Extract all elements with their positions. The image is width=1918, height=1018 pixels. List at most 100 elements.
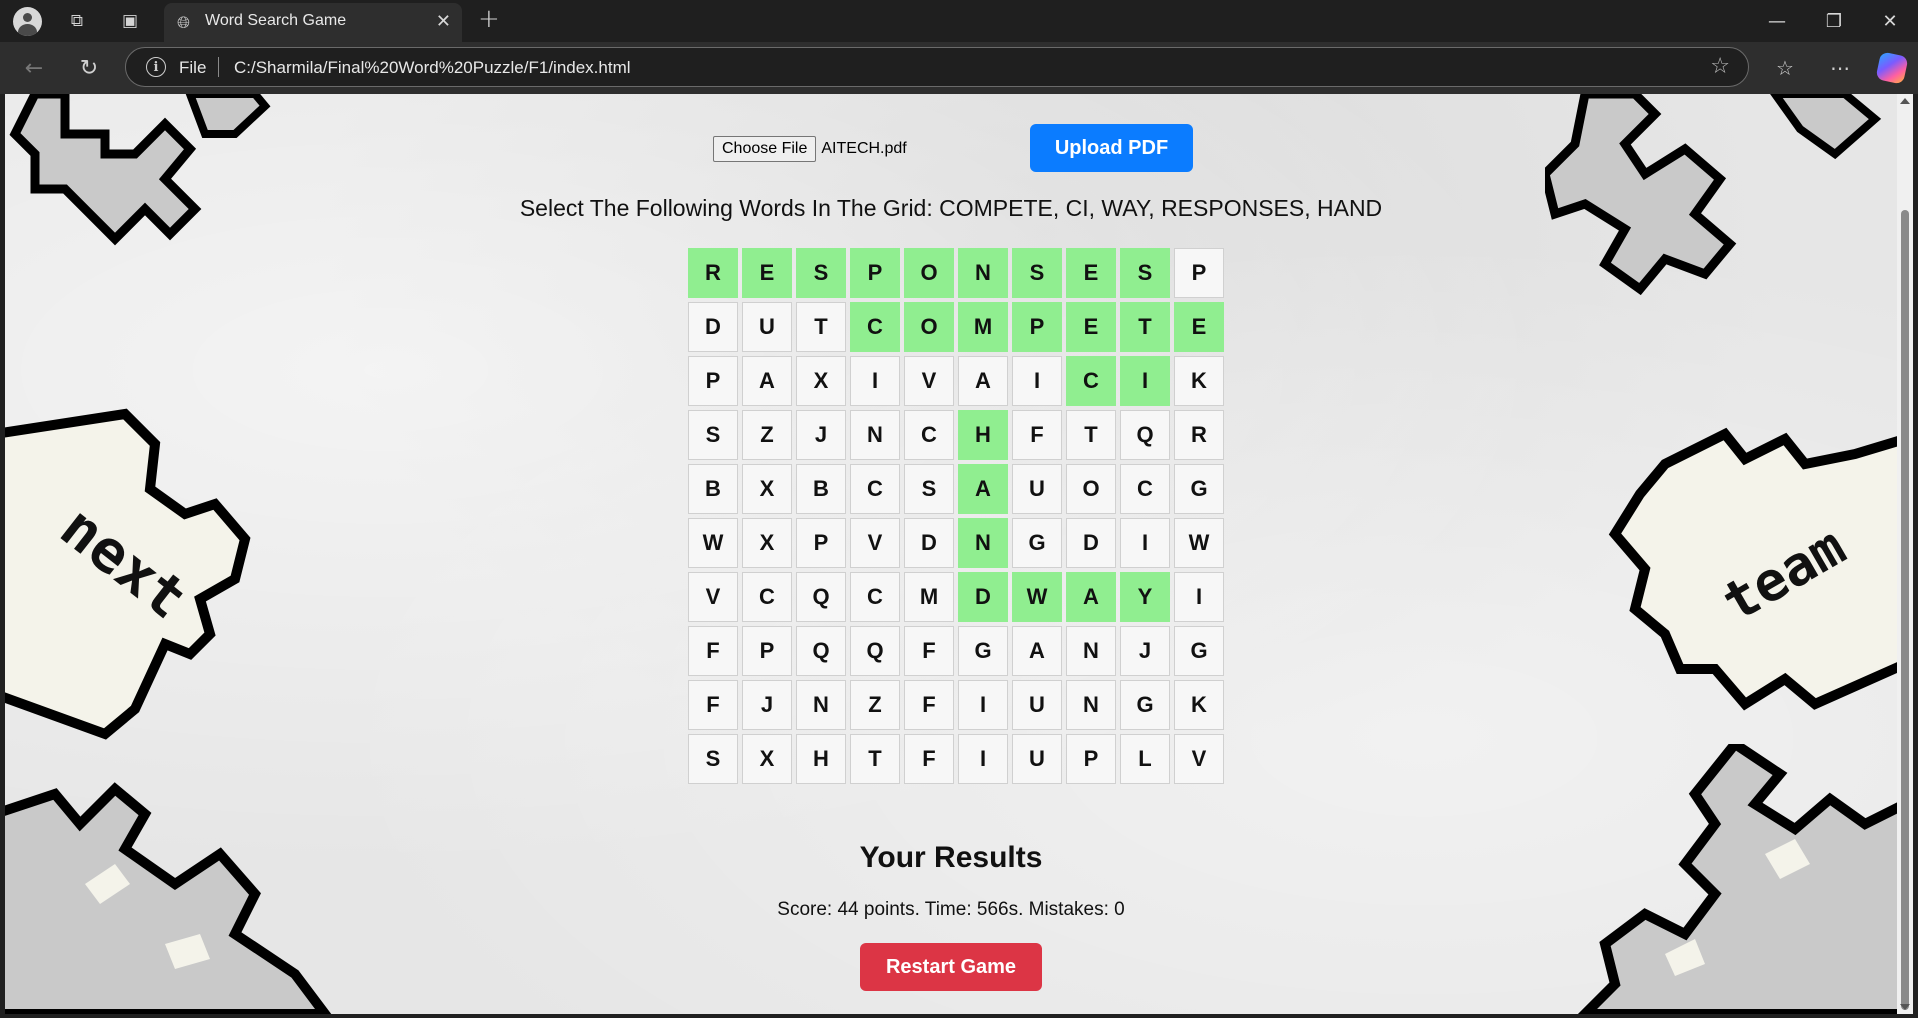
grid-cell[interactable]: A [958, 464, 1008, 514]
grid-cell[interactable]: C [850, 464, 900, 514]
grid-cell[interactable]: D [904, 518, 954, 568]
grid-cell[interactable]: X [742, 464, 792, 514]
grid-cell[interactable]: F [688, 680, 738, 730]
new-tab-icon[interactable]: + [478, 4, 500, 34]
grid-cell[interactable]: B [796, 464, 846, 514]
grid-cell[interactable]: S [1120, 248, 1170, 298]
grid-cell[interactable]: H [958, 410, 1008, 460]
grid-cell[interactable]: V [850, 518, 900, 568]
grid-cell[interactable]: V [904, 356, 954, 406]
grid-cell[interactable]: H [796, 734, 846, 784]
grid-cell[interactable]: G [1174, 626, 1224, 676]
grid-cell[interactable]: J [1120, 626, 1170, 676]
grid-cell[interactable]: E [1174, 302, 1224, 352]
copilot-icon[interactable] [1875, 51, 1909, 85]
grid-cell[interactable]: A [1066, 572, 1116, 622]
grid-cell[interactable]: Q [1120, 410, 1170, 460]
favorite-star-icon[interactable]: ☆ [1710, 54, 1730, 79]
grid-cell[interactable]: I [1120, 518, 1170, 568]
grid-cell[interactable]: Q [796, 572, 846, 622]
grid-cell[interactable]: I [1012, 356, 1062, 406]
grid-cell[interactable]: I [958, 734, 1008, 784]
grid-cell[interactable]: F [904, 626, 954, 676]
more-menu-icon[interactable]: ⋯ [1824, 52, 1856, 84]
grid-cell[interactable]: E [742, 248, 792, 298]
grid-cell[interactable]: M [958, 302, 1008, 352]
back-icon[interactable]: ← [18, 52, 50, 84]
grid-cell[interactable]: C [1120, 464, 1170, 514]
grid-cell[interactable]: U [1012, 734, 1062, 784]
scroll-up-icon[interactable] [1900, 98, 1910, 104]
grid-cell[interactable]: G [1120, 680, 1170, 730]
grid-cell[interactable]: Y [1120, 572, 1170, 622]
grid-cell[interactable]: O [904, 248, 954, 298]
close-tab-icon[interactable]: ✕ [436, 11, 451, 32]
scrollbar-thumb[interactable] [1901, 210, 1909, 1010]
grid-cell[interactable]: K [1174, 356, 1224, 406]
grid-cell[interactable]: K [1174, 680, 1224, 730]
grid-cell[interactable]: Z [742, 410, 792, 460]
grid-cell[interactable]: F [1012, 410, 1062, 460]
grid-cell[interactable]: J [796, 410, 846, 460]
grid-cell[interactable]: A [958, 356, 1008, 406]
grid-cell[interactable]: C [1066, 356, 1116, 406]
active-tab[interactable]: 🌐︎ Word Search Game ✕ [164, 3, 462, 42]
grid-cell[interactable]: N [796, 680, 846, 730]
grid-cell[interactable]: W [688, 518, 738, 568]
minimize-icon[interactable]: — [1749, 6, 1805, 36]
grid-cell[interactable]: G [1012, 518, 1062, 568]
address-bar[interactable]: i File C:/Sharmila/Final%20Word%20Puzzle… [125, 47, 1749, 87]
grid-cell[interactable]: X [742, 734, 792, 784]
grid-cell[interactable]: N [958, 518, 1008, 568]
grid-cell[interactable]: W [1012, 572, 1062, 622]
url-text[interactable]: C:/Sharmila/Final%20Word%20Puzzle/F1/ind… [234, 58, 631, 78]
grid-cell[interactable]: C [904, 410, 954, 460]
grid-cell[interactable]: S [688, 410, 738, 460]
grid-cell[interactable]: I [958, 680, 1008, 730]
grid-cell[interactable]: W [1174, 518, 1224, 568]
site-info-icon[interactable]: i [146, 57, 166, 77]
grid-cell[interactable]: Z [850, 680, 900, 730]
grid-cell[interactable]: G [958, 626, 1008, 676]
close-window-icon[interactable]: ✕ [1862, 6, 1918, 36]
grid-cell[interactable]: P [1012, 302, 1062, 352]
file-input[interactable]: Choose File AITECH.pdf [713, 136, 907, 162]
grid-cell[interactable]: T [850, 734, 900, 784]
favorites-icon[interactable]: ☆ [1769, 52, 1801, 84]
grid-cell[interactable]: P [1066, 734, 1116, 784]
grid-cell[interactable]: A [742, 356, 792, 406]
grid-cell[interactable]: P [688, 356, 738, 406]
scroll-down-icon[interactable] [1900, 1004, 1910, 1010]
restart-game-button[interactable]: Restart Game [860, 943, 1042, 991]
grid-cell[interactable]: F [904, 680, 954, 730]
grid-cell[interactable]: N [850, 410, 900, 460]
grid-cell[interactable]: I [850, 356, 900, 406]
choose-file-button[interactable]: Choose File [713, 136, 817, 162]
grid-cell[interactable]: R [1174, 410, 1224, 460]
grid-cell[interactable]: X [796, 356, 846, 406]
grid-cell[interactable]: U [1012, 680, 1062, 730]
grid-cell[interactable]: U [1012, 464, 1062, 514]
restore-icon[interactable]: ❐ [1806, 6, 1862, 36]
grid-cell[interactable]: O [1066, 464, 1116, 514]
grid-cell[interactable]: T [796, 302, 846, 352]
grid-cell[interactable]: I [1120, 356, 1170, 406]
upload-pdf-button[interactable]: Upload PDF [1030, 124, 1193, 172]
grid-cell[interactable]: L [1120, 734, 1170, 784]
grid-cell[interactable]: S [1012, 248, 1062, 298]
grid-cell[interactable]: E [1066, 248, 1116, 298]
grid-cell[interactable]: P [742, 626, 792, 676]
grid-cell[interactable]: X [742, 518, 792, 568]
refresh-icon[interactable]: ↻ [73, 52, 105, 84]
grid-cell[interactable]: V [688, 572, 738, 622]
workspaces-icon[interactable]: ⧉ [63, 7, 91, 35]
grid-cell[interactable]: B [688, 464, 738, 514]
vertical-tabs-icon[interactable]: ▣ [116, 7, 144, 35]
grid-cell[interactable]: D [958, 572, 1008, 622]
grid-cell[interactable]: O [904, 302, 954, 352]
grid-cell[interactable]: P [850, 248, 900, 298]
grid-cell[interactable]: T [1120, 302, 1170, 352]
grid-cell[interactable]: D [688, 302, 738, 352]
profile-avatar-icon[interactable] [13, 7, 42, 36]
grid-cell[interactable]: Q [796, 626, 846, 676]
